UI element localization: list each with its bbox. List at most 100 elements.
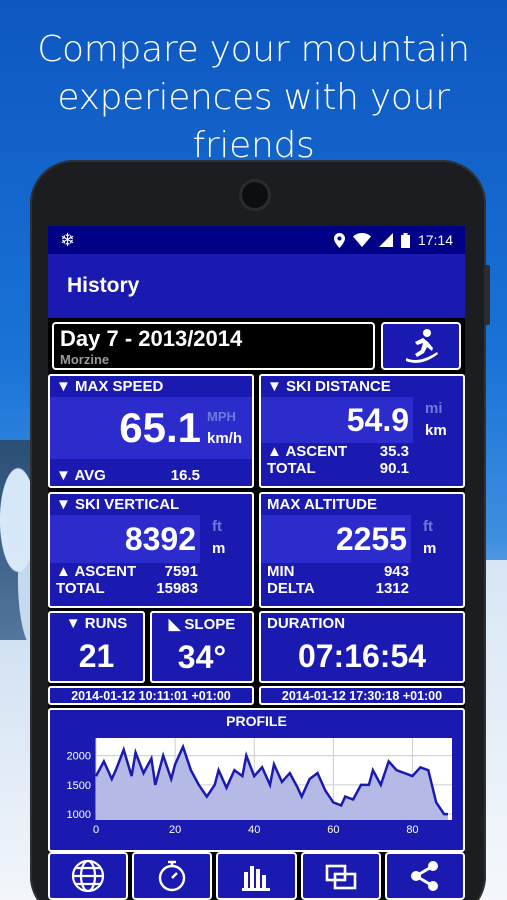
min-label: MIN bbox=[267, 563, 295, 580]
vertical-total-row: TOTAL 15983 bbox=[50, 580, 252, 597]
ascent-value: 35.3 bbox=[379, 443, 409, 460]
status-bar: ❄ 17:14 bbox=[48, 226, 465, 254]
ascent-row: ▲ ASCENT 35.3 bbox=[261, 443, 463, 460]
ski-distance-value-box: 54.9 bbox=[261, 397, 413, 443]
max-speed-value-box: 65.1 MPH km/h bbox=[50, 397, 252, 459]
start-timestamp: 2014-01-12 10:11:01 +01:00 bbox=[48, 686, 254, 705]
battery-icon bbox=[400, 232, 410, 248]
ski-vertical-card[interactable]: ▼ SKI VERTICAL 8392 ft m ▲ ASCENT 7591 T… bbox=[48, 492, 254, 608]
location-icon bbox=[333, 232, 345, 248]
end-timestamp: 2014-01-12 17:30:18 +01:00 bbox=[259, 686, 465, 705]
vertical-ascent-row: ▲ ASCENT 7591 bbox=[50, 563, 252, 580]
snowflake-icon: ❄ bbox=[60, 229, 76, 250]
max-altitude-unit: m bbox=[423, 540, 437, 557]
vertical-ascent-label: ▲ ASCENT bbox=[56, 563, 137, 580]
x-tick-label: 80 bbox=[406, 824, 418, 836]
tracker-button[interactable] bbox=[132, 852, 213, 900]
runs-value: 21 bbox=[78, 638, 115, 674]
min-value: 943 bbox=[383, 563, 409, 580]
day-title: Day 7 - 2013/2014 bbox=[60, 326, 243, 351]
max-speed-card[interactable]: ▼ MAX SPEED 65.1 MPH km/h ▼ AVG 16.5 bbox=[48, 374, 254, 488]
phone-speaker bbox=[242, 182, 268, 208]
slope-value: 34° bbox=[177, 639, 227, 675]
x-tick-label: 40 bbox=[248, 824, 260, 836]
delta-label: DELTA bbox=[267, 580, 315, 597]
ski-vertical-unit: m bbox=[212, 540, 226, 557]
ski-vertical-value: 8392 bbox=[124, 520, 196, 557]
max-speed-unit-alt: MPH bbox=[206, 409, 236, 424]
max-altitude-value-box: 2255 bbox=[261, 515, 411, 563]
max-altitude-value: 2255 bbox=[335, 520, 407, 557]
max-altitude-header: MAX ALTITUDE bbox=[267, 496, 377, 513]
duration-card[interactable]: DURATION 07:16:54 bbox=[259, 611, 465, 683]
max-speed-avg-row: ▼ AVG 16.5 bbox=[50, 467, 252, 484]
snowboarder-icon bbox=[406, 329, 438, 363]
avg-label: ▼ AVG bbox=[56, 467, 106, 484]
slope-header: ◣ SLOPE bbox=[168, 616, 236, 633]
day-location: Morzine bbox=[60, 352, 110, 367]
x-tick-label: 20 bbox=[169, 824, 181, 836]
total-value: 90.1 bbox=[379, 460, 409, 477]
ski-distance-value: 54.9 bbox=[346, 401, 409, 438]
bar-chart-icon bbox=[241, 866, 270, 891]
min-row: MIN 943 bbox=[261, 563, 463, 580]
total-label: TOTAL bbox=[267, 460, 316, 477]
delta-value: 1312 bbox=[375, 580, 409, 597]
profile-chart: 1000 1500 2000 0 20 40 60 80 bbox=[67, 738, 452, 836]
bottom-nav bbox=[48, 852, 465, 900]
max-altitude-units: ft m bbox=[423, 516, 436, 560]
x-tick-label: 60 bbox=[327, 824, 339, 836]
share-icon bbox=[410, 861, 438, 891]
duration-value: 07:16:54 bbox=[297, 638, 427, 674]
clock: 17:14 bbox=[417, 232, 453, 248]
map-button[interactable] bbox=[48, 852, 129, 900]
ski-distance-unit: km bbox=[425, 422, 447, 439]
stopwatch-icon bbox=[159, 860, 186, 892]
slope-card[interactable]: ◣ SLOPE 34° bbox=[150, 611, 254, 683]
max-altitude-unit-alt: ft bbox=[423, 518, 433, 535]
day-info: Day 7 - 2013/2014 Morzine bbox=[52, 322, 375, 370]
windows-icon bbox=[325, 864, 357, 890]
profile-chart-card: PROFILE 1000 1500 2000 0 20 40 60 80 bbox=[48, 708, 465, 852]
history-button[interactable] bbox=[300, 852, 381, 900]
phone-side-button bbox=[484, 265, 490, 325]
duration-header: DURATION bbox=[267, 615, 346, 632]
app-screen: ❄ 17:14 History Day 7 - 2013/2014 Morzin… bbox=[48, 226, 465, 900]
headline-line1: Compare your mountain bbox=[37, 29, 470, 70]
ski-vertical-unit-alt: ft bbox=[212, 518, 222, 535]
delta-row: DELTA 1312 bbox=[261, 580, 463, 597]
ski-distance-header: ▼ SKI DISTANCE bbox=[267, 378, 391, 395]
ski-distance-unit-alt: mi bbox=[425, 400, 443, 417]
app-bar: History bbox=[48, 254, 465, 318]
max-altitude-card[interactable]: MAX ALTITUDE 2255 ft m MIN 943 DELTA 131… bbox=[259, 492, 465, 608]
statistics-button[interactable] bbox=[216, 852, 297, 900]
max-speed-units: MPH km/h bbox=[207, 406, 242, 450]
activity-mode-button[interactable] bbox=[381, 322, 461, 370]
chart-title: PROFILE bbox=[226, 713, 287, 729]
page-title: History bbox=[67, 274, 140, 297]
max-speed-header: ▼ MAX SPEED bbox=[56, 378, 164, 395]
ski-vertical-value-box: 8392 bbox=[50, 515, 200, 563]
vertical-total-label: TOTAL bbox=[56, 580, 105, 597]
runs-header: ▼ RUNS bbox=[65, 615, 128, 632]
ski-distance-card[interactable]: ▼ SKI DISTANCE 54.9 mi km ▲ ASCENT 35.3 … bbox=[259, 374, 465, 488]
wifi-icon bbox=[352, 233, 371, 247]
globe-icon bbox=[71, 859, 105, 893]
ascent-label: ▲ ASCENT bbox=[267, 443, 348, 460]
total-row: TOTAL 90.1 bbox=[261, 460, 463, 477]
share-button[interactable] bbox=[384, 852, 465, 900]
y-tick-label: 1500 bbox=[67, 780, 91, 792]
avg-value: 16.5 bbox=[170, 467, 200, 484]
ski-distance-units: mi km bbox=[425, 398, 447, 442]
day-header: Day 7 - 2013/2014 Morzine bbox=[48, 318, 465, 370]
signal-icon bbox=[378, 233, 393, 247]
headline: Compare your mountain experiences with y… bbox=[0, 26, 507, 170]
headline-line2: experiences with your friends bbox=[57, 77, 450, 166]
y-tick-label: 2000 bbox=[67, 751, 91, 763]
ski-vertical-header: ▼ SKI VERTICAL bbox=[56, 496, 180, 513]
runs-card[interactable]: ▼ RUNS 21 bbox=[48, 611, 145, 683]
ski-vertical-units: ft m bbox=[212, 516, 225, 560]
y-tick-label: 1000 bbox=[67, 809, 91, 821]
x-tick-label: 0 bbox=[93, 824, 99, 836]
max-speed-unit: km/h bbox=[206, 430, 242, 447]
